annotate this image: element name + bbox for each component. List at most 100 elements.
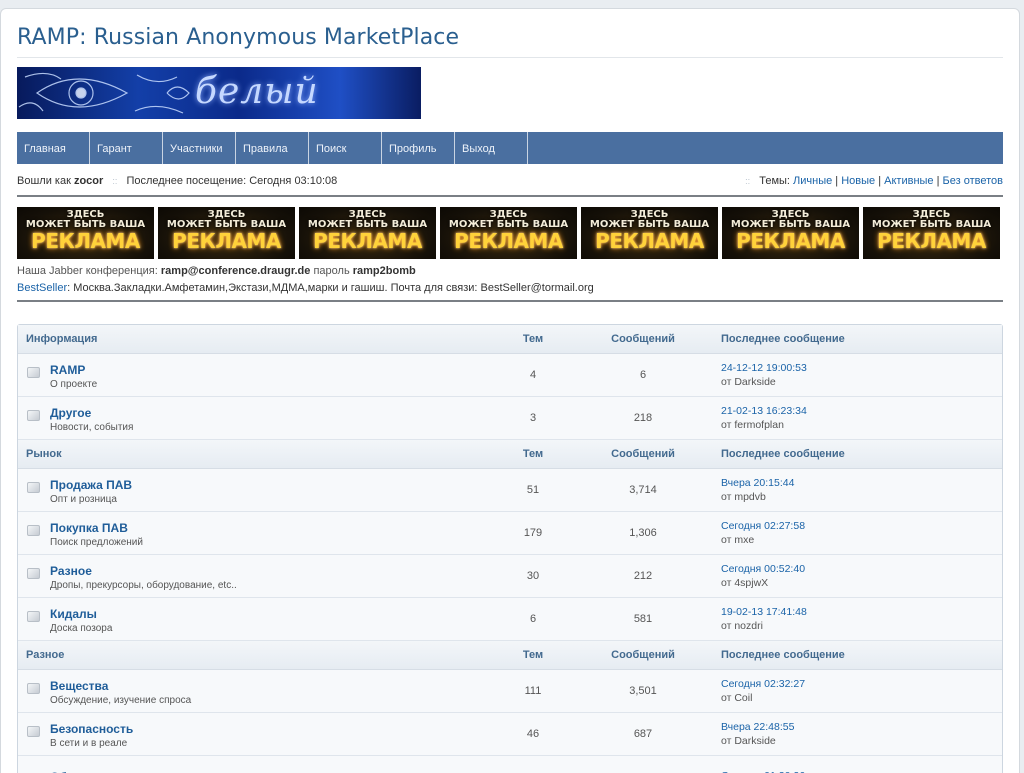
forum-status-icon — [27, 524, 40, 536]
logo-banner[interactable]: белый — [17, 67, 421, 119]
category-name[interactable]: Разное — [18, 649, 493, 661]
nav-profile[interactable]: Профиль — [382, 132, 455, 164]
col-posts-header: Сообщений — [611, 448, 675, 460]
last-post-author: от Darkside — [721, 376, 776, 388]
topic-count: 46 — [526, 728, 540, 740]
jabber-label: Наша Jabber конференция: — [17, 265, 158, 277]
ad-top-text: ЗДЕСЬ МОЖЕТ БЫТЬ ВАША — [166, 209, 287, 230]
post-count: 3,501 — [629, 685, 657, 697]
ad-top-text: ЗДЕСЬ МОЖЕТ БЫТЬ ВАША — [871, 209, 992, 230]
forum-status-icon — [27, 725, 40, 737]
last-post-author: от mxe — [721, 534, 755, 546]
last-post-link[interactable]: Вчера 22:48:55 — [721, 721, 1002, 733]
forum-description: Доска позора — [50, 622, 113, 634]
forum-name-link[interactable]: Продажа ПАВ — [50, 478, 132, 492]
ad-main-text: РЕКЛАМА — [313, 229, 422, 253]
topic-count: 179 — [523, 527, 543, 539]
topics-label: Темы: — [759, 175, 790, 187]
last-post-link[interactable]: 24-12-12 19:00:53 — [721, 362, 1002, 374]
login-info: Вошли как zocor :: Последнее посещение: … — [17, 175, 337, 191]
last-post-author: от Coil — [721, 692, 753, 704]
forum-description: В сети и в реале — [50, 737, 128, 749]
nav-home[interactable]: Главная — [17, 132, 90, 164]
ad-main-text: РЕКЛАМА — [31, 229, 140, 253]
ad-top-text: ЗДЕСЬ МОЖЕТ БЫТЬ ВАША — [448, 209, 569, 230]
link-unanswered[interactable]: Без ответов — [943, 175, 1003, 187]
forum-description: О проекте — [50, 378, 98, 390]
link-personal[interactable]: Личные — [793, 175, 832, 187]
category-name[interactable]: Информация — [18, 333, 493, 345]
forum-row: Другое Новости, события 3 218 21-02-13 16:23… — [18, 397, 1002, 440]
col-posts-header: Сообщений — [611, 333, 675, 345]
last-post-link[interactable]: 21-02-13 16:23:34 — [721, 405, 1002, 417]
last-post-author: от mpdvb — [721, 491, 766, 503]
ad-top-text: ЗДЕСЬ МОЖЕТ БЫТЬ ВАША — [730, 209, 851, 230]
ad-banner[interactable]: ЗДЕСЬ МОЖЕТ БЫТЬ ВАША РЕКЛАМА — [722, 207, 859, 259]
password-label: пароль — [313, 265, 350, 277]
last-post-author: от nozdri — [721, 620, 763, 632]
topic-count: 30 — [526, 570, 540, 582]
jabber-password: ramp2bomb — [352, 265, 416, 277]
forum-description: Опт и розница — [50, 493, 117, 505]
ad-main-text: РЕКЛАМА — [172, 229, 281, 253]
seller-ad: BestSeller: Москва.Закладки.Амфетамин,Эк… — [17, 282, 1003, 294]
last-post-link[interactable]: Сегодня 00:52:40 — [721, 563, 1002, 575]
col-last-header: Последнее сообщение — [721, 448, 845, 460]
last-post-author: от 4spjwX — [721, 577, 769, 589]
forum-name-link[interactable]: Другое — [50, 406, 133, 420]
forum-name-link[interactable]: Кидалы — [50, 607, 112, 621]
forum-row: Кидалы Доска позора 6 581 19-02-13 17:41:48 о… — [18, 598, 1002, 641]
category-header: Разное Тем Сообщений Последнее сообщение — [18, 641, 1002, 670]
ad-strip: ЗДЕСЬ МОЖЕТ БЫТЬ ВАША РЕКЛАМА ЗДЕСЬ МОЖЕТ БЫ… — [17, 207, 1003, 259]
category-header: Информация Тем Сообщений Последнее сообщени… — [18, 325, 1002, 354]
last-post-link[interactable]: Сегодня 02:32:27 — [721, 678, 1002, 690]
board-title[interactable]: RAMP: Russian Anonymous MarketPlace — [17, 9, 1003, 57]
ad-banner[interactable]: ЗДЕСЬ МОЖЕТ БЫТЬ ВАША РЕКЛАМА — [863, 207, 1000, 259]
forum-description: Новости, события — [50, 421, 134, 433]
forum-name-link[interactable]: RAMP — [50, 363, 97, 377]
forum-description: Дропы, прекурсоры, оборудование, etc.. — [50, 579, 237, 591]
forum-row: Разное Дропы, прекурсоры, оборудование, e… — [18, 555, 1002, 598]
last-post-link[interactable]: 19-02-13 17:41:48 — [721, 606, 1002, 618]
ad-banner[interactable]: ЗДЕСЬ МОЖЕТ БЫТЬ ВАША РЕКЛАМА — [158, 207, 295, 259]
category-name[interactable]: Рынок — [18, 448, 493, 460]
forum-name-link[interactable]: Безопасность — [50, 722, 133, 736]
post-count: 218 — [633, 412, 653, 424]
ad-banner[interactable]: ЗДЕСЬ МОЖЕТ БЫТЬ ВАША РЕКЛАМА — [581, 207, 718, 259]
last-post-link[interactable]: Сегодня 02:27:58 — [721, 520, 1002, 532]
last-visit: Последнее посещение: Сегодня 03:10:08 — [126, 175, 338, 187]
forum-row: Вещества Обсуждение, изучение спроса 111 3,… — [18, 670, 1002, 713]
last-post-link[interactable]: Вчера 20:15:44 — [721, 477, 1002, 489]
ad-top-text: ЗДЕСЬ МОЖЕТ БЫТЬ ВАША — [589, 209, 710, 230]
ad-main-text: РЕКЛАМА — [454, 229, 563, 253]
nav-search[interactable]: Поиск — [309, 132, 382, 164]
logged-in-label: Вошли как — [17, 175, 71, 187]
forum-name-link[interactable]: Разное — [50, 564, 237, 578]
ad-banner[interactable]: ЗДЕСЬ МОЖЕТ БЫТЬ ВАША РЕКЛАМА — [299, 207, 436, 259]
forum-status-icon — [27, 610, 40, 622]
link-separator: | — [878, 175, 882, 187]
topic-count: 4 — [529, 369, 537, 381]
ad-banner[interactable]: ЗДЕСЬ МОЖЕТ БЫТЬ ВАША РЕКЛАМА — [440, 207, 577, 259]
last-post-author: от fermofplan — [721, 419, 784, 431]
post-count: 212 — [633, 570, 653, 582]
ad-main-text: РЕКЛАМА — [595, 229, 704, 253]
nav-guarantor[interactable]: Гарант — [90, 132, 163, 164]
nav-logout[interactable]: Выход — [455, 132, 528, 164]
forum-name-link[interactable]: Покупка ПАВ — [50, 521, 143, 535]
ad-banner[interactable]: ЗДЕСЬ МОЖЕТ БЫТЬ ВАША РЕКЛАМА — [17, 207, 154, 259]
nav-rules[interactable]: Правила — [236, 132, 309, 164]
post-count: 6 — [639, 369, 647, 381]
link-active[interactable]: Активные — [884, 175, 933, 187]
topic-count: 3 — [529, 412, 537, 424]
topic-count: 111 — [524, 685, 542, 697]
forum-row: Покупка ПАВ Поиск предложений 179 1,306 Сего… — [18, 512, 1002, 555]
nav-members[interactable]: Участники — [163, 132, 236, 164]
link-new[interactable]: Новые — [841, 175, 875, 187]
forum-name-link[interactable]: Вещества — [50, 679, 191, 693]
username[interactable]: zocor — [74, 175, 103, 187]
post-count: 1,306 — [629, 527, 657, 539]
seller-name-link[interactable]: BestSeller — [17, 282, 67, 294]
post-count: 687 — [633, 728, 653, 740]
forum-status-icon — [27, 481, 40, 493]
